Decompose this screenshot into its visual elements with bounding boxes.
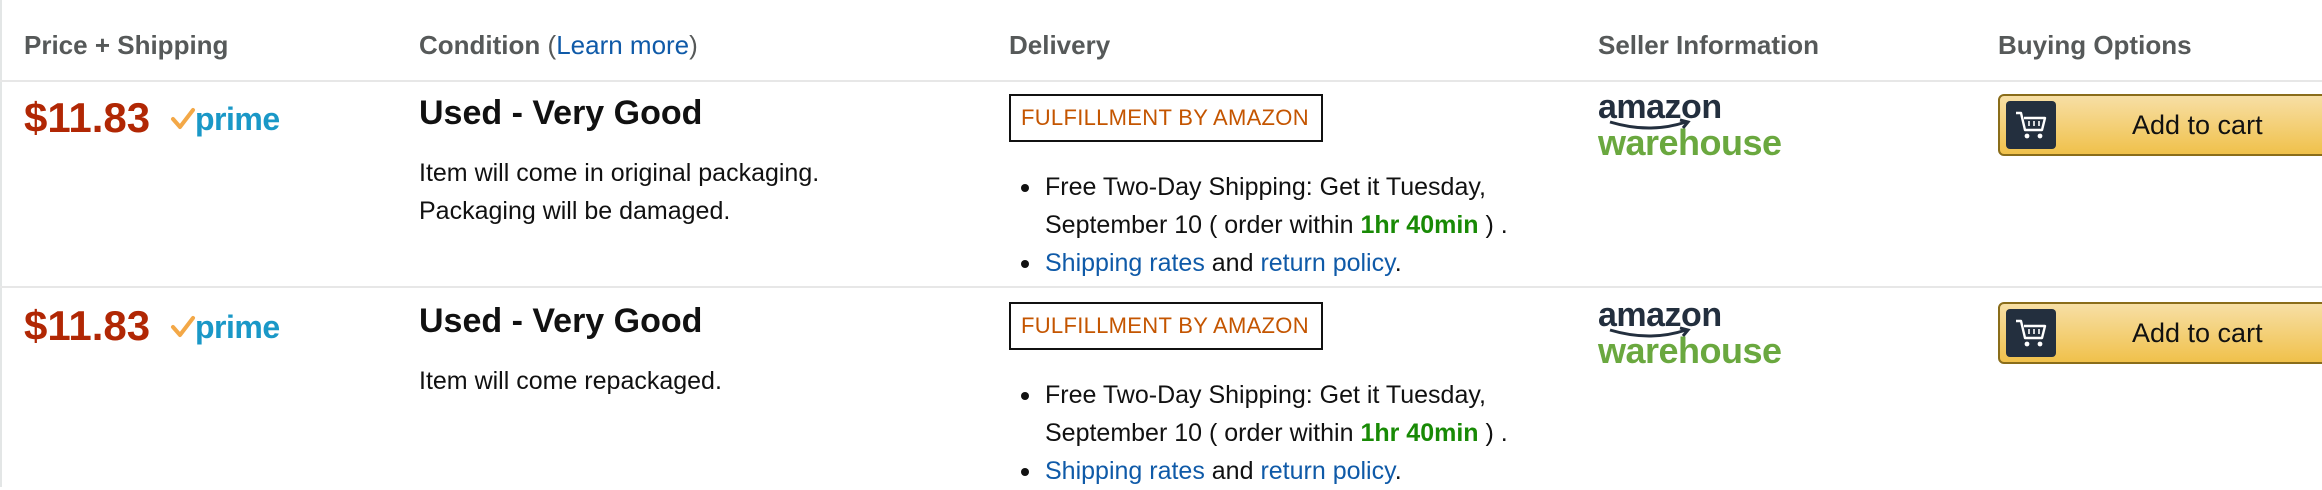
add-to-cart-button[interactable]: Add to cart (1998, 302, 2322, 364)
return-policy-link[interactable]: return policy (1260, 249, 1394, 277)
add-to-cart-label: Add to cart (2132, 318, 2263, 349)
shipping-policy-item: Shipping rates and return policy. (1009, 452, 1609, 490)
condition-title: Used - Very Good (419, 94, 702, 133)
logo-warehouse-text: warehouse (1598, 122, 1782, 164)
offer-row: $11.83 prime Used - Very Good Item will … (0, 82, 2322, 288)
checkmark-icon (170, 314, 196, 340)
fulfillment-by-amazon-dropdown[interactable]: FULFILLMENT BY AMAZON (1009, 302, 1323, 350)
shipping-rates-link[interactable]: Shipping rates (1045, 249, 1205, 277)
header-condition: Condition (Learn more) (419, 30, 698, 61)
cart-icon-box (2006, 101, 2056, 149)
condition-title: Used - Very Good (419, 302, 702, 341)
amazon-warehouse-logo[interactable]: amazon warehouse (1598, 90, 1768, 160)
logo-warehouse-text: warehouse (1598, 330, 1782, 372)
add-to-cart-button[interactable]: Add to cart (1998, 94, 2322, 156)
offer-price: $11.83 (24, 94, 150, 142)
shipping-info-item: Free Two-Day Shipping: Get it Tuesday, S… (1009, 168, 1609, 244)
add-to-cart-label: Add to cart (2132, 110, 2263, 141)
order-countdown: 1hr 40min (1360, 419, 1478, 447)
checkmark-icon (170, 106, 196, 132)
header-price-shipping: Price + Shipping (24, 30, 228, 61)
learn-more-link[interactable]: Learn more (556, 30, 689, 60)
shipping-policy-item: Shipping rates and return policy. (1009, 244, 1609, 282)
fulfillment-label: FULFILLMENT BY AMAZON (1021, 105, 1309, 131)
header-delivery: Delivery (1009, 30, 1110, 61)
condition-note: Item will come in original packaging. Pa… (419, 154, 879, 230)
fulfillment-by-amazon-dropdown[interactable]: FULFILLMENT BY AMAZON (1009, 94, 1323, 142)
amazon-warehouse-logo[interactable]: amazon warehouse (1598, 298, 1768, 368)
return-policy-link[interactable]: return policy (1260, 457, 1394, 485)
prime-badge: prime (170, 102, 280, 136)
shipping-info-item: Free Two-Day Shipping: Get it Tuesday, S… (1009, 376, 1609, 452)
cart-icon-box (2006, 309, 2056, 357)
order-countdown: 1hr 40min (1360, 211, 1478, 239)
prime-label: prime (195, 101, 280, 138)
fulfillment-label: FULFILLMENT BY AMAZON (1021, 313, 1309, 339)
prime-label: prime (195, 309, 280, 346)
header-buying-options: Buying Options (1998, 30, 2192, 61)
cart-icon (2014, 318, 2048, 348)
offers-table-header: Price + Shipping Condition (Learn more) … (0, 0, 2322, 82)
delivery-details: Free Two-Day Shipping: Get it Tuesday, S… (1009, 376, 1609, 490)
delivery-details: Free Two-Day Shipping: Get it Tuesday, S… (1009, 168, 1609, 282)
offer-row: $11.83 prime Used - Very Good Item will … (0, 290, 2322, 487)
shipping-rates-link[interactable]: Shipping rates (1045, 457, 1205, 485)
cart-icon (2014, 110, 2048, 140)
header-seller-information: Seller Information (1598, 30, 1819, 61)
header-condition-label: Condition (419, 30, 540, 60)
prime-badge: prime (170, 310, 280, 344)
offer-price: $11.83 (24, 302, 150, 350)
condition-note: Item will come repackaged. (419, 362, 879, 400)
